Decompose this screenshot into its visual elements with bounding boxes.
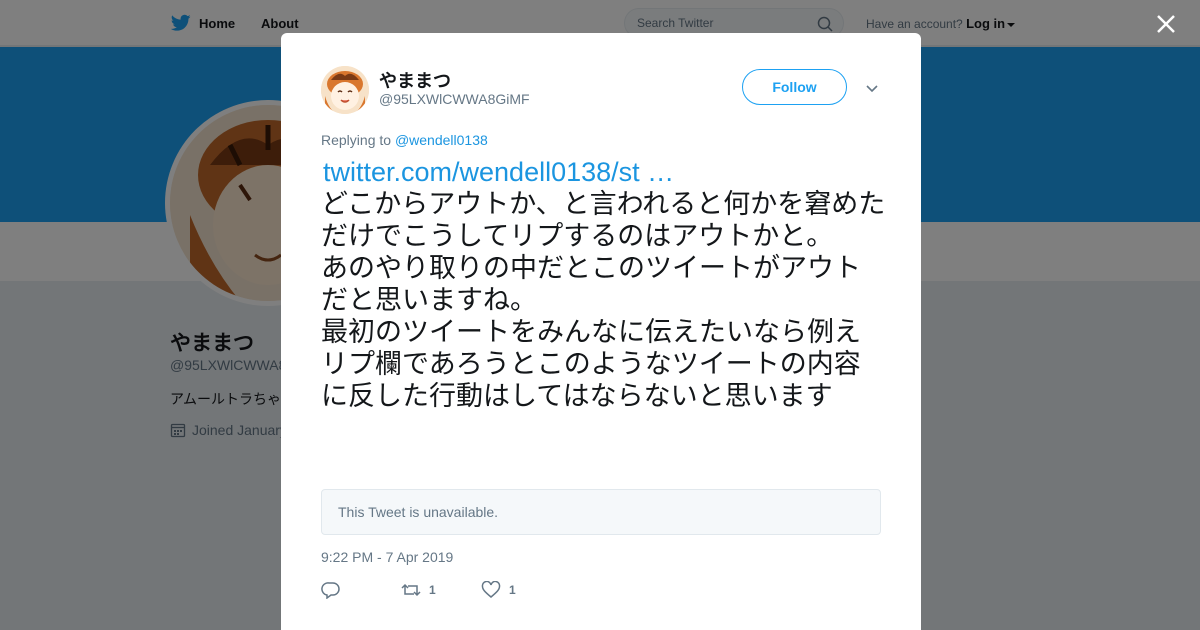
replying-mention-link[interactable]: @wendell0138 [395, 132, 488, 148]
retweet-icon [401, 583, 421, 597]
close-icon[interactable] [1154, 12, 1178, 36]
heart-icon [481, 581, 501, 598]
tweet-actions: 1 1 [321, 581, 516, 599]
tiger-avatar-image [321, 66, 369, 114]
tweet-timestamp[interactable]: 9:22 PM - 7 Apr 2019 [321, 549, 453, 565]
tweet-author-handle[interactable]: @95LXWlCWWA8GiMF [379, 91, 530, 107]
tweet-url-link[interactable]: twitter.com/wendell0138/st … [323, 157, 674, 188]
follow-button[interactable]: Follow [742, 69, 847, 105]
retweet-button[interactable]: 1 [401, 581, 481, 599]
quoted-tweet-unavailable: This Tweet is unavailable. [321, 489, 881, 535]
like-button[interactable]: 1 [481, 581, 516, 599]
like-count: 1 [509, 583, 516, 597]
chevron-down-icon[interactable] [864, 80, 880, 96]
tweet-text: どこからアウトか、と言われると何かを窘めただけでこうしてリプするのはアウトかと。… [321, 189, 886, 412]
reply-button[interactable] [321, 581, 401, 599]
tweet-author-name[interactable]: やままつ [379, 67, 451, 93]
tweet-author-avatar[interactable] [321, 66, 369, 114]
replying-to: Replying to @wendell0138 [321, 132, 488, 148]
retweet-count: 1 [429, 583, 436, 597]
reply-icon [321, 582, 340, 599]
replying-prefix: Replying to [321, 132, 392, 148]
tweet-modal: やままつ @95LXWlCWWA8GiMF Follow Replying to… [281, 33, 921, 630]
